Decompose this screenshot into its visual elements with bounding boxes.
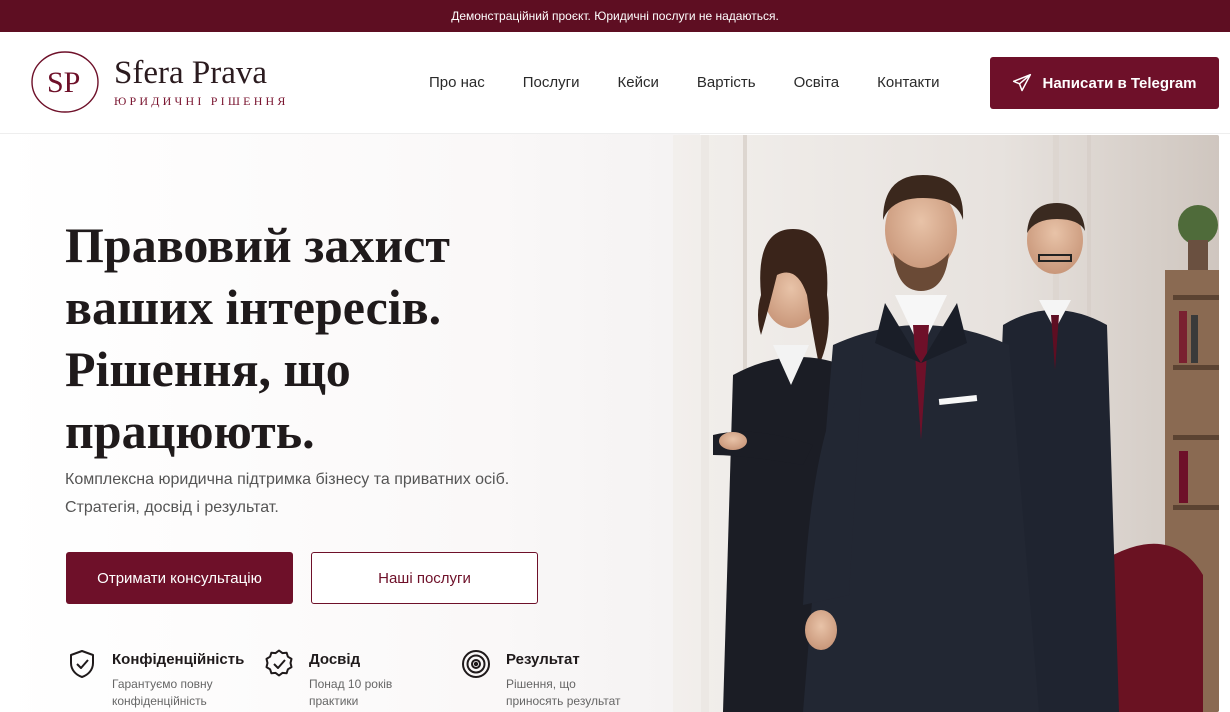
- logo[interactable]: SP Sfera Prava ЮРИДИЧНІ РІШЕННЯ: [30, 50, 289, 114]
- site-header: SP Sfera Prava ЮРИДИЧНІ РІШЕННЯ Про нас …: [0, 32, 1230, 134]
- demo-notice-text: Демонстраційний проєкт. Юридичні послуги…: [451, 9, 779, 23]
- logo-monogram-icon: SP: [31, 51, 99, 113]
- nav-item-about[interactable]: Про нас: [429, 74, 485, 91]
- hero-title-line: Рішення, що: [65, 341, 351, 397]
- feature-text: Гарантуємо повну конфіденційність: [112, 677, 213, 708]
- nav-item-services[interactable]: Послуги: [523, 74, 580, 91]
- brand-name: Sfera Prava: [114, 54, 268, 91]
- hero-subtitle-line: Стратегія, досвід і результат.: [65, 499, 279, 516]
- feature-title: Результат: [506, 651, 580, 668]
- nav-item-cases[interactable]: Кейси: [618, 74, 659, 91]
- brand-tagline: ЮРИДИЧНІ РІШЕННЯ: [114, 93, 289, 108]
- get-consultation-button[interactable]: Отримати консультацію: [66, 552, 293, 604]
- hero-title: Правовий захист ваших інтересів. Рішення…: [65, 214, 585, 462]
- hero-title-line: Правовий захист: [65, 217, 450, 273]
- feature-text: Рішення, що приносять результат: [506, 677, 621, 708]
- demo-notice-bar: Демонстраційний проєкт. Юридичні послуги…: [0, 0, 1230, 32]
- feature-title: Конфіденційність: [112, 651, 245, 668]
- main-nav: Про нас Послуги Кейси Вартість Освіта Ко…: [429, 74, 940, 91]
- our-services-button[interactable]: Наші послуги: [311, 552, 538, 604]
- hero-title-line: ваших інтересів.: [65, 279, 442, 335]
- svg-text:SP: SP: [47, 66, 80, 99]
- hero-subtitle: Комплексна юридична підтримка бізнесу та…: [65, 466, 585, 522]
- nav-item-education[interactable]: Освіта: [794, 74, 840, 91]
- target-icon: [462, 650, 490, 678]
- team-photo-illustration: [673, 135, 1219, 712]
- feature-experience: Досвід Понад 10 років практики: [263, 648, 439, 710]
- feature-text: Понад 10 років практики: [309, 677, 393, 708]
- feature-confidentiality: Конфіденційність Гарантуємо повну конфіде…: [66, 648, 244, 710]
- feature-title: Досвід: [309, 651, 361, 668]
- telegram-button[interactable]: Написати в Telegram: [990, 57, 1219, 109]
- paper-plane-icon: [1013, 73, 1032, 92]
- shield-check-icon: [70, 650, 94, 678]
- nav-item-pricing[interactable]: Вартість: [697, 74, 756, 91]
- nav-item-contacts[interactable]: Контакти: [877, 74, 939, 91]
- hero-subtitle-line: Комплексна юридична підтримка бізнесу та…: [65, 471, 510, 488]
- hero-title-line: працюють.: [65, 403, 315, 459]
- feature-result: Результат Рішення, що приносять результат: [460, 648, 636, 710]
- badge-check-icon: [265, 649, 293, 677]
- team-photo: [673, 135, 1219, 712]
- telegram-button-label: Написати в Telegram: [1042, 74, 1197, 92]
